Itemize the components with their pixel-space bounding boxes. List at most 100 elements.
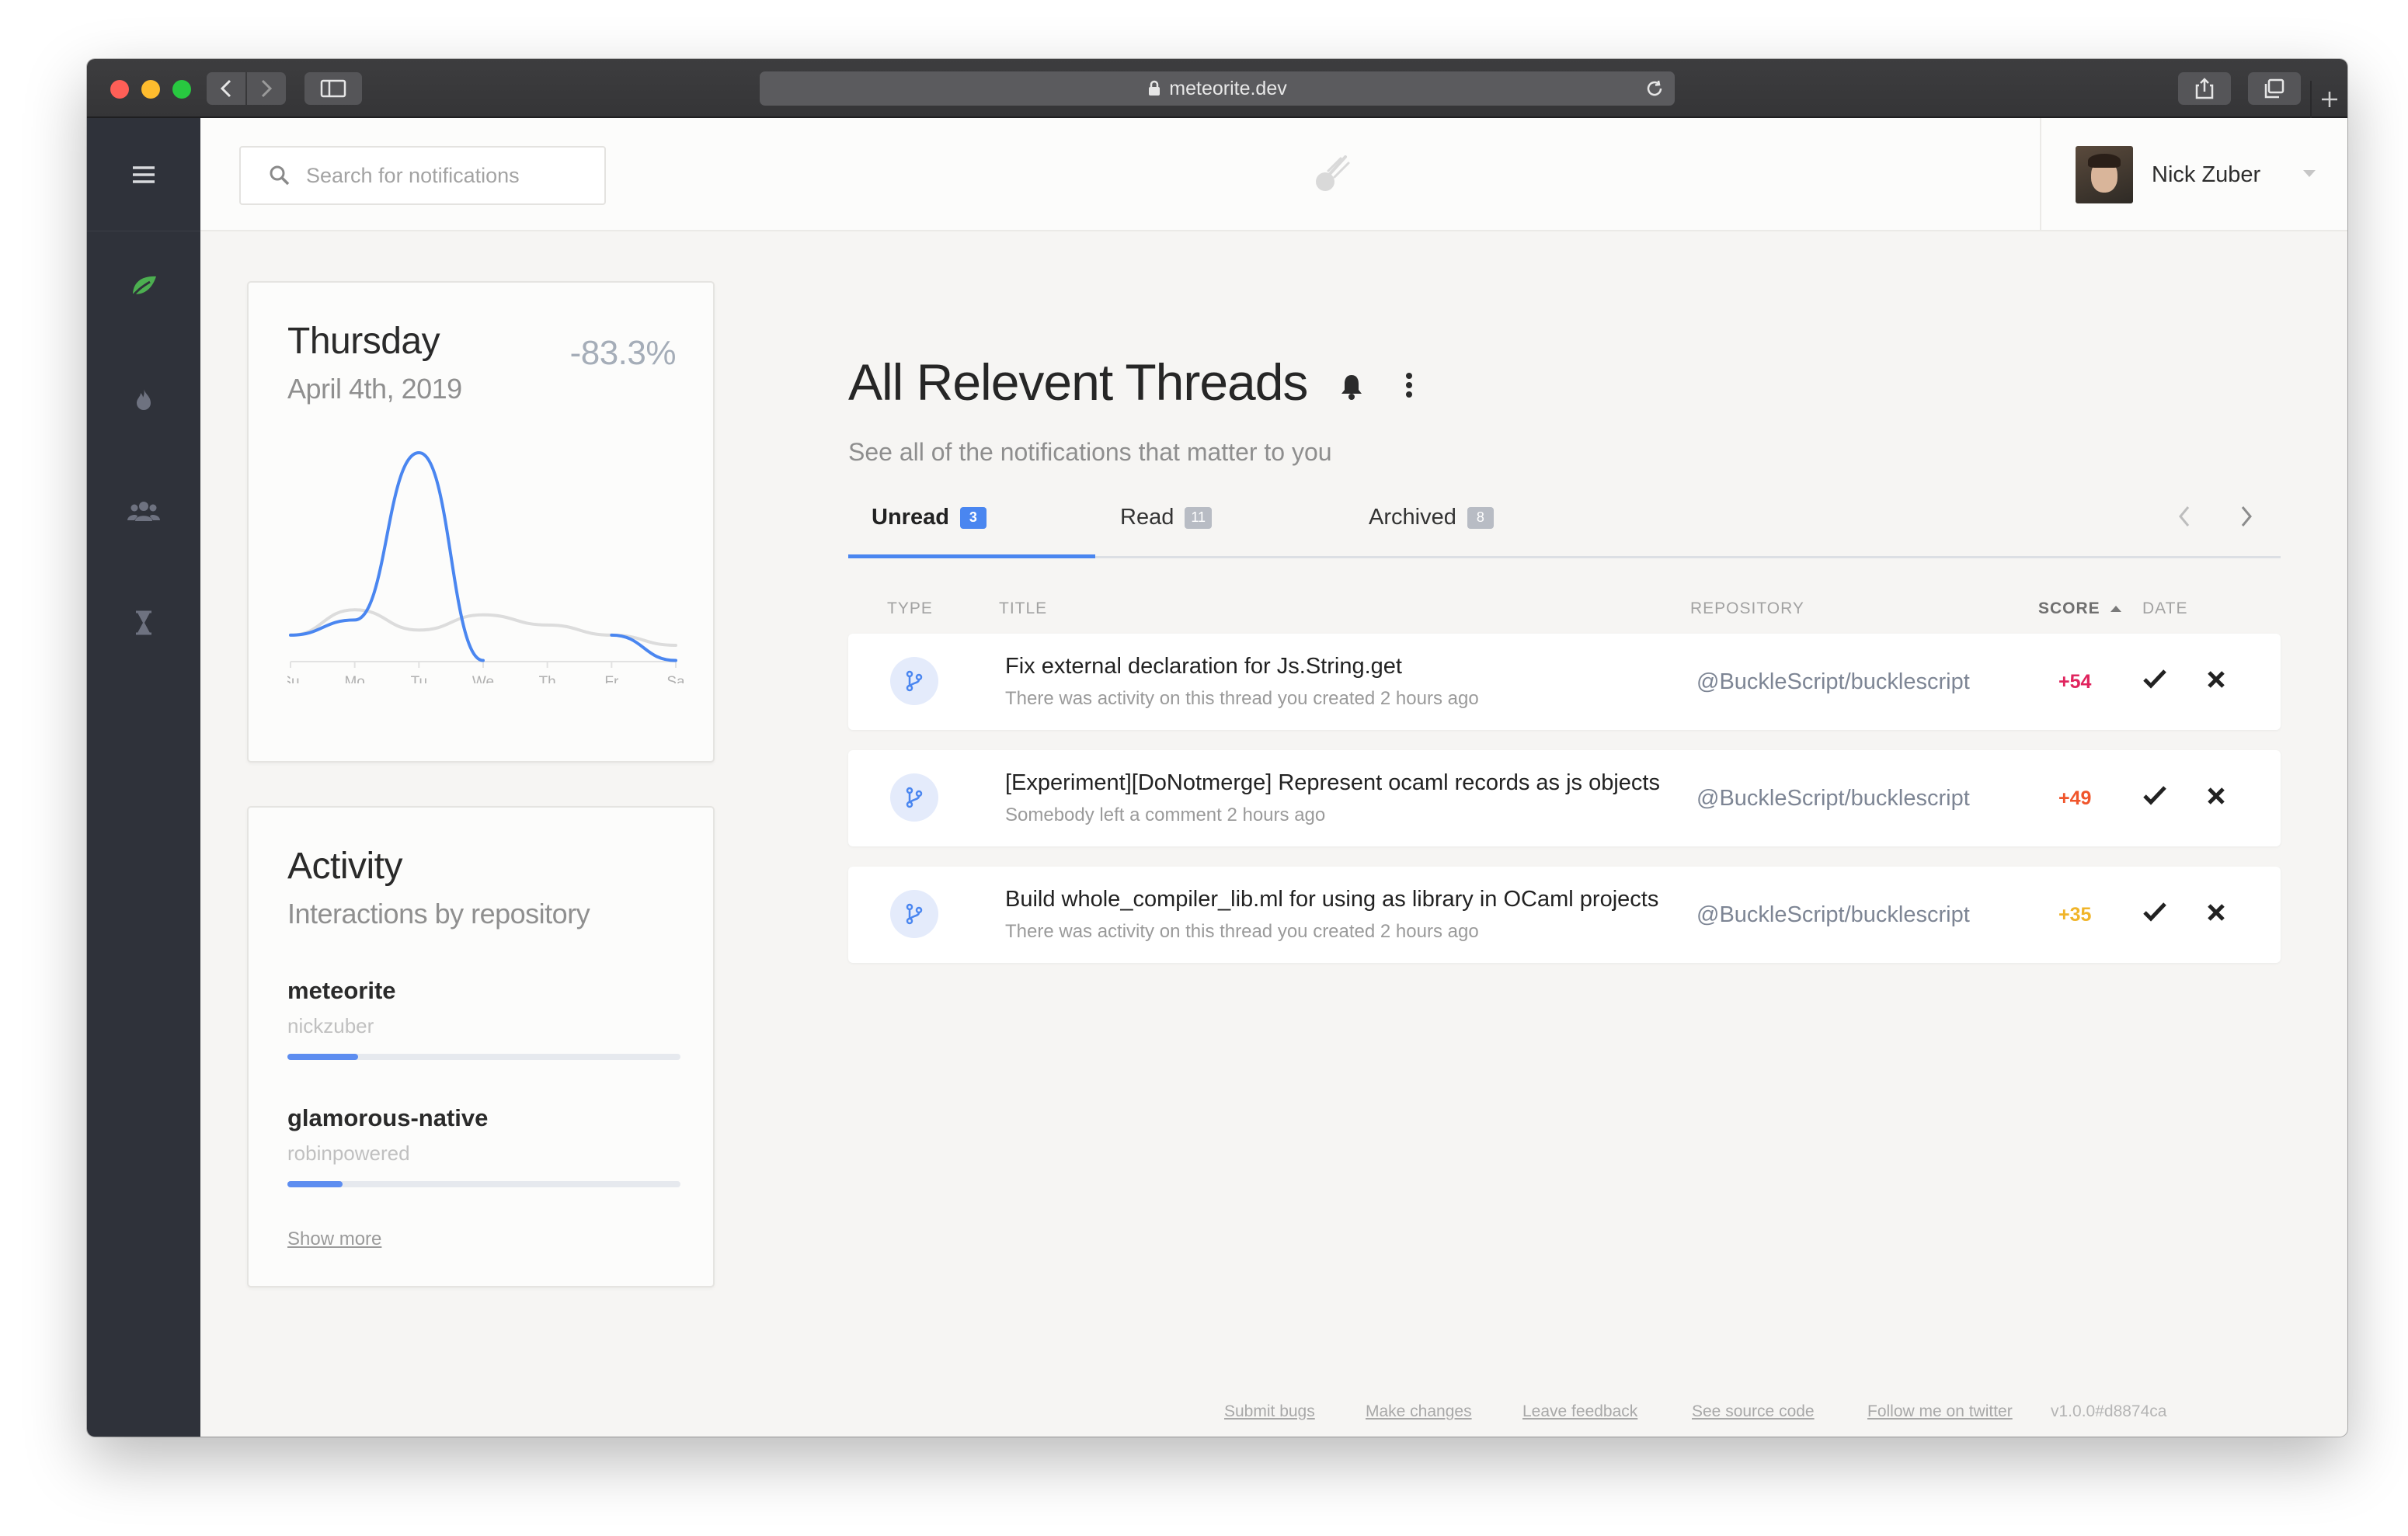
next-page-icon[interactable] — [2239, 505, 2254, 528]
footer-link-source-code[interactable]: See source code — [1692, 1402, 1815, 1421]
show-more-link[interactable]: Show more — [287, 1228, 381, 1250]
url-text: meteorite.dev — [1169, 77, 1287, 99]
column-header-date: DATE — [2142, 599, 2188, 617]
activity-title: Activity — [287, 846, 403, 887]
sort-ascending-icon — [2110, 606, 2121, 612]
thread-repository[interactable]: @BuckleScript/bucklescript — [1696, 786, 1970, 811]
check-icon[interactable] — [2142, 668, 2167, 690]
change-percentage: -83.3% — [569, 334, 677, 372]
check-icon[interactable] — [2142, 784, 2167, 806]
tabs-overview-button[interactable] — [2248, 72, 2301, 105]
share-icon — [2195, 78, 2214, 99]
thread-repository[interactable]: @BuckleScript/bucklescript — [1696, 669, 1970, 695]
plus-icon — [2322, 92, 2337, 107]
thread-score: +54 — [2058, 671, 2092, 693]
repo-activity-bar — [287, 1054, 680, 1060]
menu-icon — [133, 165, 155, 183]
tab-unread[interactable]: Unread 3 — [872, 505, 987, 530]
sidebar-item-people[interactable] — [87, 488, 200, 534]
more-options-icon[interactable] — [1404, 371, 1414, 399]
thread-title[interactable]: Fix external declaration for Js.String.g… — [1005, 654, 1689, 679]
chevron-right-icon — [261, 79, 273, 98]
avatar — [2076, 146, 2133, 203]
tabs-icon — [2264, 78, 2284, 99]
app-header: Nick Zuber — [200, 118, 2347, 231]
archived-count-badge: 8 — [1467, 506, 1494, 529]
footer-link-submit-bugs[interactable]: Submit bugs — [1224, 1402, 1315, 1421]
caret-down-icon — [2303, 170, 2316, 177]
close-icon[interactable] — [2206, 786, 2226, 806]
read-count-badge: 11 — [1185, 506, 1213, 529]
reload-icon[interactable] — [1644, 78, 1665, 99]
x-tick-label: Sa — [666, 674, 684, 683]
x-tick-label: Su — [287, 674, 300, 683]
menu-button[interactable] — [87, 118, 200, 231]
pull-request-type — [890, 773, 938, 822]
pull-request-icon — [906, 670, 923, 692]
repo-owner: robinpowered — [287, 1142, 410, 1165]
repo-owner: nickzuber — [287, 1014, 374, 1037]
thread-title[interactable]: [Experiment][DoNotmerge] Represent ocaml… — [1005, 770, 1689, 796]
column-header-score[interactable]: SCORE — [2038, 599, 2122, 618]
app-sidebar — [87, 118, 200, 1437]
footer-link-make-changes[interactable]: Make changes — [1366, 1402, 1472, 1421]
chevron-left-icon — [220, 79, 231, 98]
x-tick-label: Tu — [411, 674, 427, 683]
active-tab-indicator — [848, 554, 1095, 558]
thread-description: There was activity on this thread you cr… — [1005, 688, 1479, 709]
hourglass-icon — [136, 610, 151, 635]
search-box[interactable] — [239, 146, 606, 205]
x-tick-label: Fr — [604, 674, 619, 683]
column-header-type: TYPE — [887, 599, 933, 617]
maximize-window-button[interactable] — [172, 80, 191, 99]
minimize-window-button[interactable] — [141, 80, 160, 99]
table-row[interactable]: Fix external declaration for Js.String.g… — [848, 634, 2281, 730]
sidebar-icon — [320, 79, 346, 98]
new-tab-button[interactable] — [2310, 81, 2347, 118]
thread-description: Somebody left a comment 2 hours ago — [1005, 804, 1326, 825]
check-icon[interactable] — [2142, 901, 2167, 923]
repo-item[interactable]: meteorite nickzuber — [287, 977, 680, 1060]
lock-icon — [1149, 80, 1161, 96]
sidebar-toggle-button[interactable] — [304, 72, 362, 105]
thread-repository[interactable]: @BuckleScript/bucklescript — [1696, 902, 1970, 928]
users-icon — [127, 502, 160, 521]
column-header-title: TITLE — [999, 599, 1048, 617]
tab-label: Read — [1120, 505, 1174, 530]
share-button[interactable] — [2178, 72, 2231, 105]
pull-request-icon — [906, 903, 923, 925]
x-tick-label: Mo — [344, 674, 364, 683]
user-menu[interactable]: Nick Zuber — [2040, 118, 2347, 231]
back-button[interactable] — [207, 72, 245, 105]
footer-link-leave-feedback[interactable]: Leave feedback — [1522, 1402, 1637, 1421]
series-line — [289, 608, 677, 647]
repo-name: glamorous-native — [287, 1104, 489, 1131]
tab-label: Unread — [872, 505, 949, 530]
series-line — [289, 451, 485, 662]
pull-request-type — [890, 657, 938, 705]
thread-title[interactable]: Build whole_compiler_lib.ml for using as… — [1005, 887, 1689, 912]
tab-read[interactable]: Read 11 — [1120, 505, 1213, 530]
close-window-button[interactable] — [110, 80, 129, 99]
table-row[interactable]: Build whole_compiler_lib.ml for using as… — [848, 867, 2281, 963]
search-icon — [270, 165, 290, 186]
bell-icon[interactable] — [1339, 373, 1364, 401]
footer-link-twitter[interactable]: Follow me on twitter — [1867, 1402, 2013, 1421]
table-row[interactable]: [Experiment][DoNotmerge] Represent ocaml… — [848, 750, 2281, 846]
repo-item[interactable]: glamorous-native robinpowered — [287, 1104, 680, 1187]
tab-archived[interactable]: Archived 8 — [1369, 505, 1494, 530]
search-input[interactable] — [304, 162, 584, 189]
date-label: April 4th, 2019 — [287, 373, 462, 405]
previous-page-icon[interactable] — [2177, 505, 2192, 528]
forward-button[interactable] — [247, 72, 286, 105]
browser-toolbar: meteorite.dev — [87, 59, 2347, 118]
user-name: Nick Zuber — [2152, 162, 2261, 187]
sidebar-item-relevant[interactable] — [87, 264, 200, 311]
sidebar-item-history[interactable] — [87, 599, 200, 646]
address-bar[interactable]: meteorite.dev — [760, 71, 1675, 106]
close-icon[interactable] — [2206, 669, 2226, 690]
repo-activity-bar — [287, 1181, 680, 1187]
close-icon[interactable] — [2206, 902, 2226, 923]
sidebar-item-hot[interactable] — [87, 376, 200, 422]
tab-label: Archived — [1369, 505, 1456, 530]
